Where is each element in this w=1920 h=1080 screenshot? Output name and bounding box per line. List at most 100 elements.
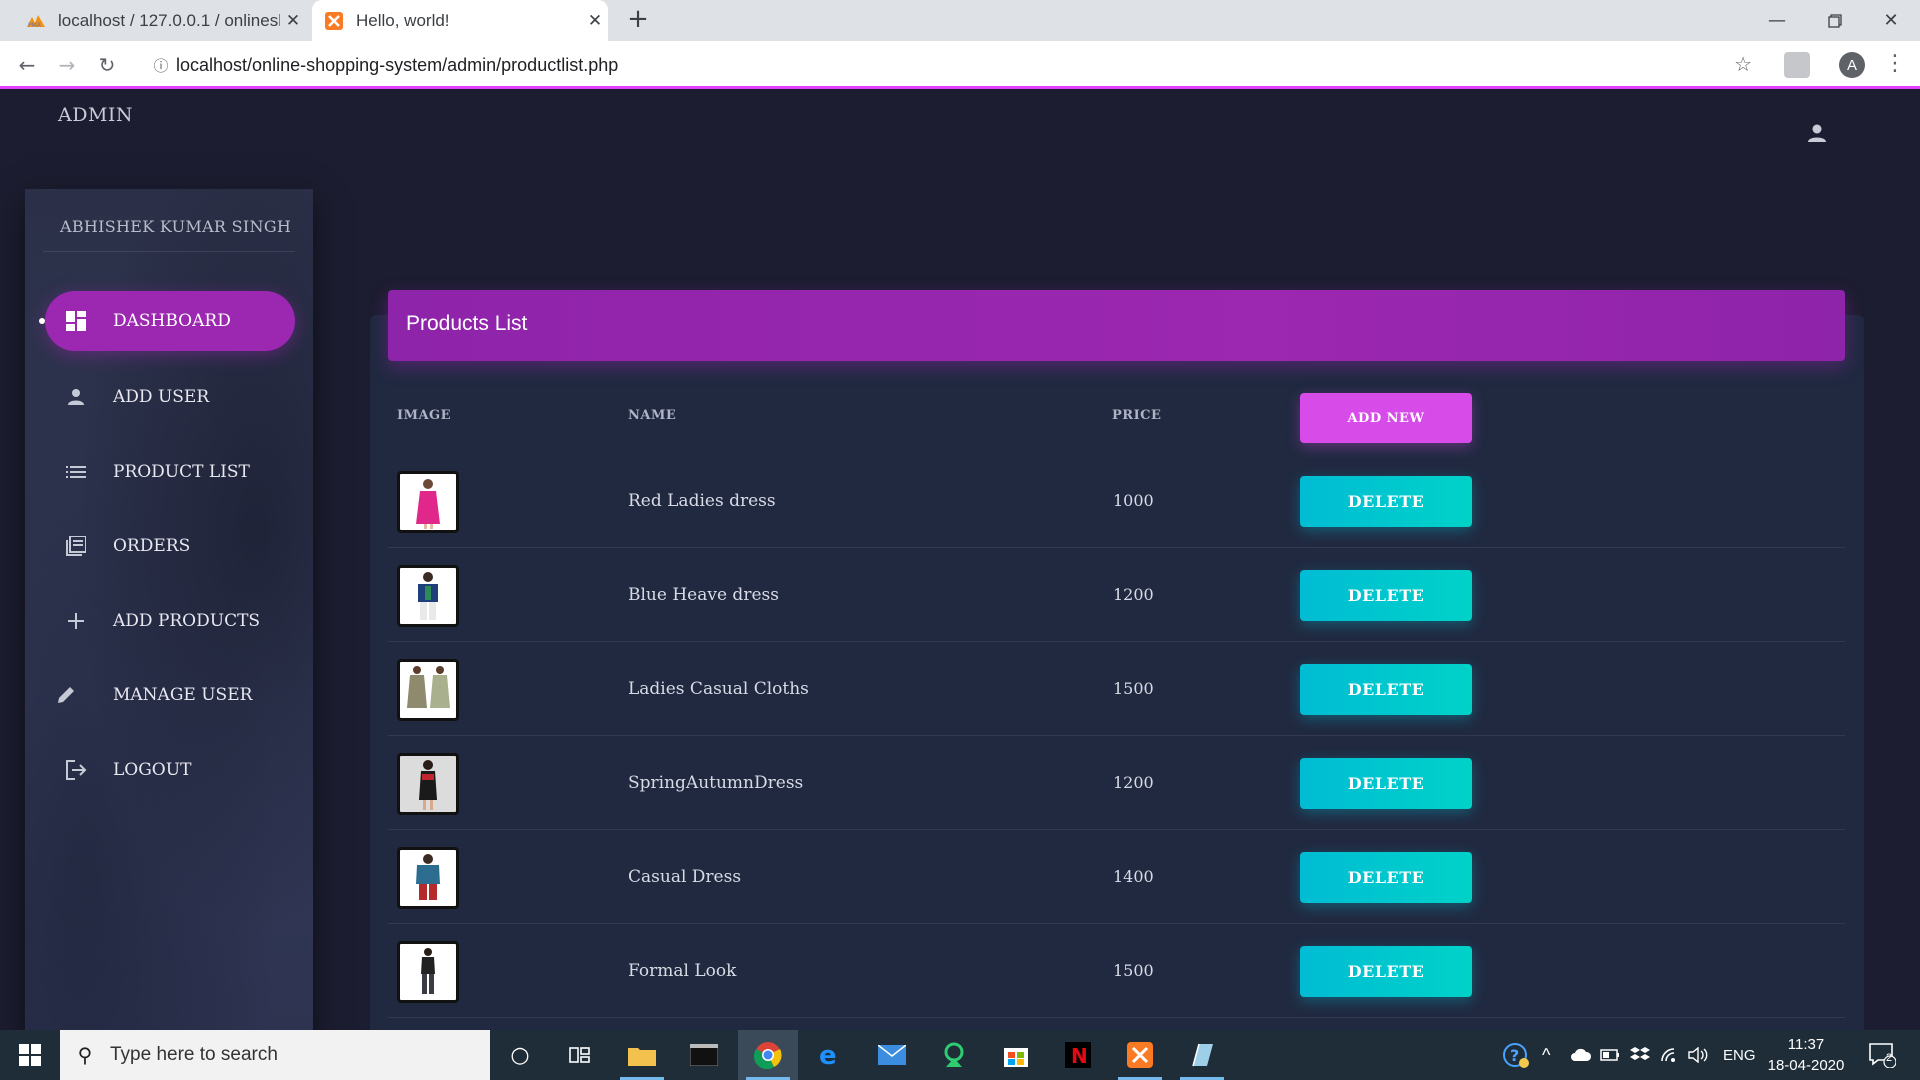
admin-brand[interactable]: ADMIN [58,104,133,126]
notification-center-icon[interactable]: 2 [1868,1030,1896,1080]
column-header-image: IMAGE [397,408,452,423]
sidebar-user-name[interactable]: ABHISHEK KUMAR SINGH [60,217,291,236]
dashboard-icon [65,310,87,332]
dropbox-icon[interactable] [1630,1030,1650,1080]
close-icon[interactable]: ✕ [280,11,306,31]
product-name: Red Ladies dress [628,491,776,511]
back-arrow-icon[interactable]: ← [11,49,43,81]
mail-icon[interactable] [862,1030,922,1080]
help-icon[interactable]: ? [1502,1030,1530,1080]
notepad-icon[interactable] [1172,1030,1232,1080]
clock-date: 18-04-2020 [1767,1057,1845,1074]
account-icon[interactable] [1806,122,1828,144]
windows-start-icon[interactable] [0,1030,60,1080]
sidebar-item-orders[interactable]: ORDERS [45,516,295,576]
sidebar-item-label: ORDERS [113,536,191,556]
minimize-button[interactable]: — [1748,0,1806,41]
add-new-button[interactable]: ADD NEW [1300,393,1472,443]
restore-button[interactable] [1806,0,1864,41]
cloud-icon[interactable] [1570,1030,1592,1080]
new-tab-button[interactable]: + [624,6,652,34]
reload-icon[interactable]: ↻ [91,49,123,81]
column-header-price: PRICE [1112,408,1162,423]
tab-title: localhost / 127.0.0.1 / onlineshop [58,10,280,30]
store-icon[interactable] [986,1030,1046,1080]
cortana-icon[interactable]: ○ [490,1030,550,1080]
system-clock[interactable]: 11:37 18-04-2020 [1766,1034,1846,1076]
terminal-icon[interactable] [674,1030,734,1080]
maps-icon[interactable] [924,1030,984,1080]
pencil-icon [55,684,77,706]
plus-icon [65,610,87,632]
delete-button[interactable]: DELETE [1300,758,1472,809]
windows-taskbar: ⚲ Type here to search ○ e N ? ^ ENG 11:3… [0,1030,1920,1080]
sidebar-item-add-user[interactable]: ADD USER [45,367,295,427]
taskbar-search-box[interactable]: ⚲ Type here to search [60,1030,490,1080]
delete-button[interactable]: DELETE [1300,946,1472,997]
delete-button[interactable]: DELETE [1300,570,1472,621]
library-books-icon [65,535,87,557]
product-price: 1000 [1113,491,1154,510]
volume-icon[interactable] [1688,1030,1710,1080]
file-explorer-icon[interactable] [612,1030,672,1080]
product-thumbnail[interactable] [397,847,459,909]
bookmark-star-icon[interactable]: ☆ [1734,52,1752,76]
person-icon [65,386,87,408]
tab-hello-world[interactable]: Hello, world! ✕ [312,0,608,41]
tab-phpmyadmin[interactable]: PMA localhost / 127.0.0.1 / onlineshop ✕ [16,0,306,41]
chrome-icon[interactable] [738,1030,798,1080]
battery-icon[interactable] [1600,1030,1620,1080]
delete-button[interactable]: DELETE [1300,664,1472,715]
wifi-icon[interactable] [1660,1030,1680,1080]
profile-avatar[interactable]: A [1839,52,1865,78]
sidebar-item-manage-user[interactable]: MANAGE USER [45,665,295,725]
product-name: Blue Heave dress [628,585,779,605]
sidebar-item-label: ADD PRODUCTS [113,611,261,631]
table-row: SpringAutumnDress 1200 DELETE [388,736,1845,830]
sidebar-item-logout[interactable]: LOGOUT [45,740,295,800]
sidebar-item-label: PRODUCT LIST [113,462,250,482]
list-icon [65,461,87,483]
info-icon[interactable]: ⓘ [146,55,176,76]
table-row: Casual Dress 1400 DELETE [388,830,1845,924]
logout-icon [65,759,87,781]
chevron-up-icon[interactable]: ^ [1542,1030,1550,1080]
forward-arrow-icon[interactable]: → [51,49,83,81]
product-thumbnail[interactable] [397,753,459,815]
admin-page: ADMIN ABHISHEK KUMAR SINGH DASHBOARD ADD… [0,92,1920,1030]
sidebar-item-add-products[interactable]: ADD PRODUCTS [45,591,295,651]
active-bullet [39,318,45,324]
browser-menu-icon[interactable]: ⋮ [1884,51,1906,76]
product-thumbnail[interactable] [397,941,459,1003]
product-price: 1400 [1113,867,1154,886]
url-text: localhost/online-shopping-system/admin/p… [176,54,619,75]
close-icon[interactable]: ✕ [582,11,608,31]
edge-icon[interactable]: e [800,1030,860,1080]
browser-tab-bar: PMA localhost / 127.0.0.1 / onlineshop ✕… [0,0,1920,41]
product-thumbnail[interactable] [397,659,459,721]
sidebar-item-dashboard[interactable]: DASHBOARD [39,291,295,351]
product-price: 1200 [1113,773,1154,792]
xampp-icon [324,11,344,31]
product-thumbnail[interactable] [397,565,459,627]
product-thumbnail[interactable] [397,471,459,533]
delete-button[interactable]: DELETE [1300,476,1472,527]
table-row: Formal Look 1500 DELETE [388,924,1845,1018]
sidebar-item-label: ADD USER [113,387,210,407]
task-view-icon[interactable] [550,1030,610,1080]
sidebar-item-label: LOGOUT [113,760,192,780]
url-field[interactable]: ⓘ localhost/online-shopping-system/admin… [140,48,1770,82]
sidebar: ABHISHEK KUMAR SINGH DASHBOARD ADD USER … [25,189,313,1030]
product-name: Casual Dress [628,867,742,887]
language-indicator[interactable]: ENG [1723,1030,1756,1080]
window-close-button[interactable]: ✕ [1862,0,1920,41]
netflix-icon[interactable]: N [1048,1030,1108,1080]
tab-title: Hello, world! [356,10,450,30]
extension-icon[interactable] [1784,52,1810,78]
product-price: 1500 [1113,961,1154,980]
search-icon: ⚲ [77,1043,93,1067]
delete-button[interactable]: DELETE [1300,852,1472,903]
column-header-name: NAME [628,408,677,423]
xampp-taskbar-icon[interactable] [1110,1030,1170,1080]
sidebar-item-product-list[interactable]: PRODUCT LIST [45,442,295,502]
